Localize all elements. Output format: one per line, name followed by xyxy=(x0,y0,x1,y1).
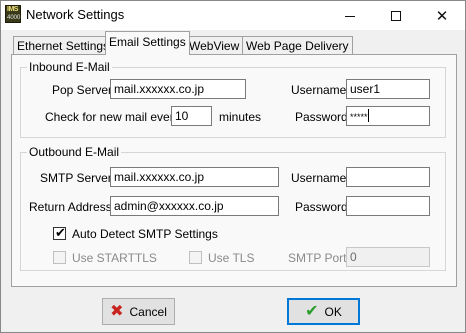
checkmark-icon: ✔ xyxy=(55,225,66,240)
pop-server-label: Pop Server: xyxy=(52,83,116,97)
close-icon: ✕ xyxy=(435,7,449,25)
smtp-port-label: SMTP Port: xyxy=(288,251,350,265)
outbound-username-input[interactable] xyxy=(346,167,430,187)
ok-button[interactable]: ✔ OK xyxy=(287,298,360,325)
maximize-icon xyxy=(391,10,401,21)
outbound-username-label: Username: xyxy=(291,171,350,185)
check-interval-input[interactable]: 10 xyxy=(171,106,212,126)
window-title: Network Settings xyxy=(26,7,125,22)
smtp-server-label: SMTP Server: xyxy=(40,171,116,185)
cancel-button-label: Cancel xyxy=(129,304,167,319)
text-caret xyxy=(367,109,369,122)
pop-server-input[interactable]: mail.xxxxxx.co.jp xyxy=(110,79,246,99)
app-icon-text-top: IMS xyxy=(7,6,18,13)
minimize-button[interactable] xyxy=(327,1,373,30)
app-icon-text-bottom: 4000 xyxy=(7,15,21,21)
tab-webview[interactable]: WebView xyxy=(185,36,244,54)
maximize-button[interactable] xyxy=(373,1,419,30)
inbound-username-label: Username: xyxy=(291,83,350,97)
cancel-button[interactable]: ✖ Cancel xyxy=(102,298,175,325)
inbound-password-input[interactable]: ***** xyxy=(346,106,430,126)
inbound-email-group: Inbound E-Mail xyxy=(20,60,446,138)
tab-ethernet-settings[interactable]: Ethernet Settings xyxy=(13,36,114,54)
email-settings-panel: Inbound E-Mail Pop Server: mail.xxxxxx.c… xyxy=(11,54,457,287)
outbound-email-legend: Outbound E-Mail xyxy=(27,145,122,159)
outbound-password-input[interactable] xyxy=(346,196,430,216)
network-settings-window: IMS 4000 Network Settings ✕ Ethernet Set… xyxy=(0,0,466,333)
title-bar: IMS 4000 Network Settings ✕ xyxy=(1,1,465,30)
return-address-input[interactable]: admin@xxxxxx.co.jp xyxy=(110,196,279,216)
return-address-label: Return Address: xyxy=(29,200,116,214)
tab-web-page-delivery[interactable]: Web Page Delivery xyxy=(242,36,353,54)
smtp-port-input[interactable]: 0 xyxy=(346,247,430,267)
use-starttls-label[interactable]: Use STARTTLS xyxy=(72,251,157,265)
inbound-password-label: Password: xyxy=(295,110,352,124)
x-icon: ✖ xyxy=(110,302,124,320)
ok-button-label: OK xyxy=(324,304,342,319)
use-tls-label[interactable]: Use TLS xyxy=(208,251,254,265)
app-icon: IMS 4000 xyxy=(5,5,21,23)
use-starttls-checkbox[interactable] xyxy=(53,251,66,264)
inbound-password-value: ***** xyxy=(350,112,368,122)
checkmark-icon: ✔ xyxy=(305,302,319,320)
tab-email-settings[interactable]: Email Settings xyxy=(105,31,190,55)
minimize-icon xyxy=(345,16,355,17)
inbound-email-legend: Inbound E-Mail xyxy=(27,60,112,74)
inbound-username-input[interactable]: user1 xyxy=(346,79,430,99)
auto-detect-smtp-label[interactable]: Auto Detect SMTP Settings xyxy=(72,227,218,241)
smtp-server-input[interactable]: mail.xxxxxx.co.jp xyxy=(110,167,279,187)
check-interval-unit: minutes xyxy=(219,110,262,124)
outbound-password-label: Password: xyxy=(295,200,352,214)
check-interval-label: Check for new mail every xyxy=(45,110,180,124)
use-tls-checkbox[interactable] xyxy=(189,251,202,264)
close-button[interactable]: ✕ xyxy=(419,1,465,30)
auto-detect-smtp-checkbox[interactable]: ✔ xyxy=(53,225,66,240)
